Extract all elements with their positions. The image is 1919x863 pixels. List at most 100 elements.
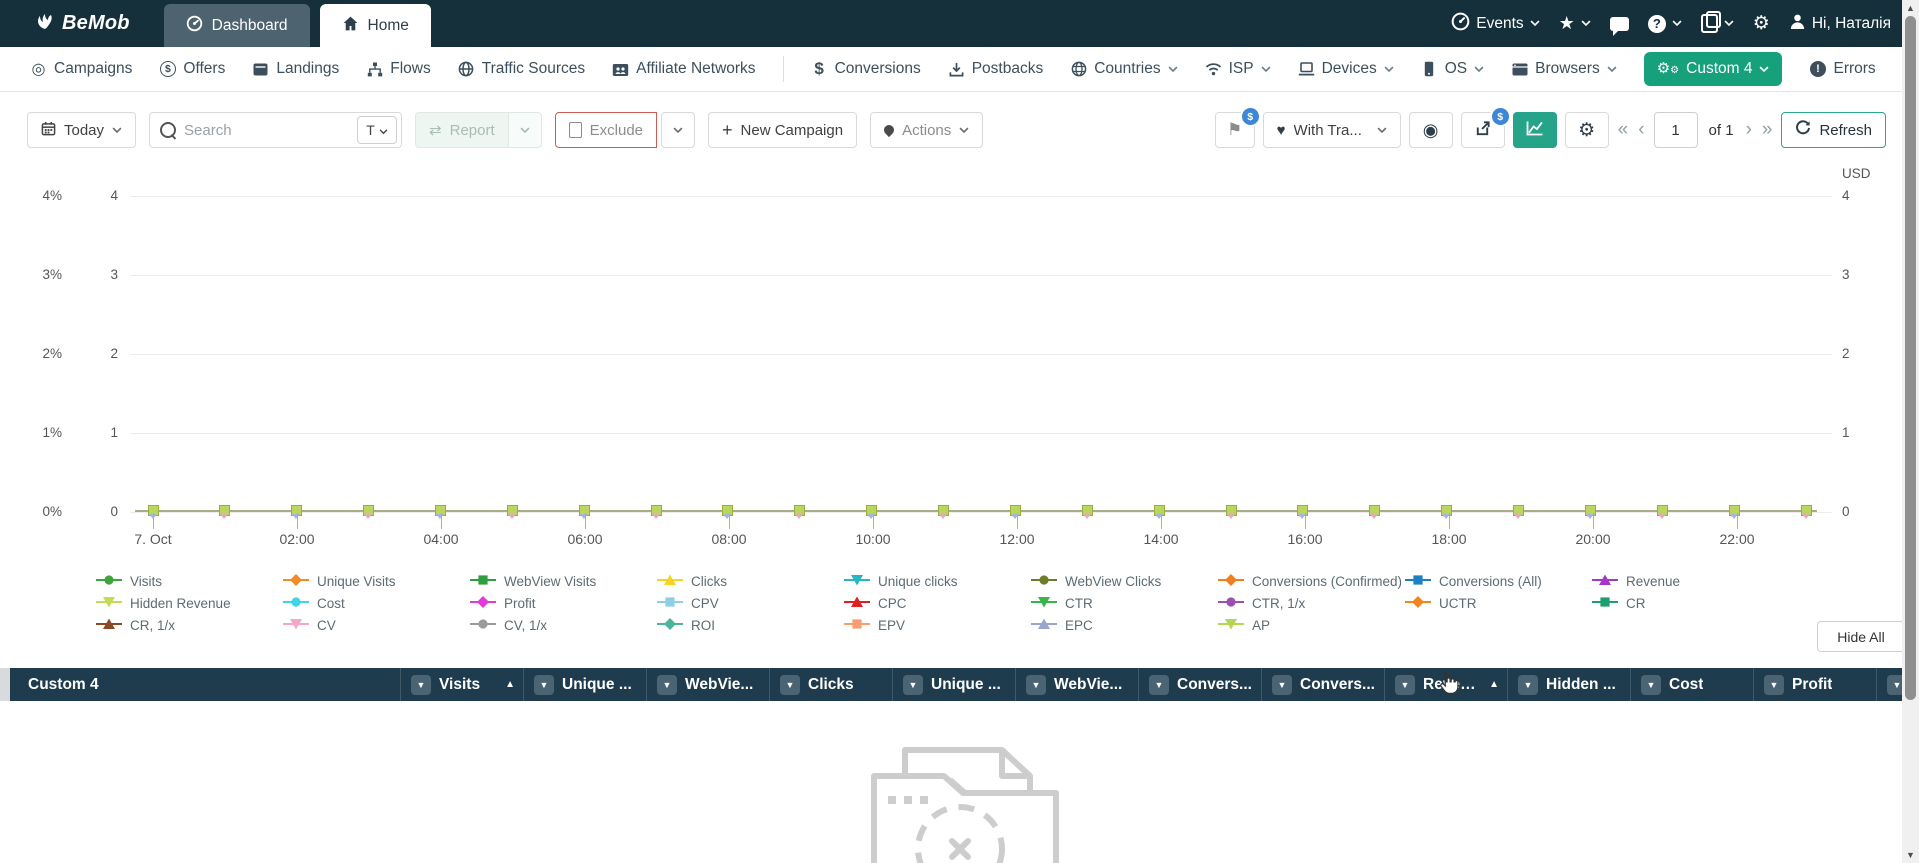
report-button[interactable]: ⇄ Report	[415, 112, 509, 148]
settings-button[interactable]: ⚙	[1753, 12, 1770, 35]
sort-ascending-icon[interactable]: ▲	[505, 679, 515, 690]
nav-item-offers[interactable]: $ Offers	[159, 60, 225, 78]
nav-item-isp[interactable]: ISP	[1205, 60, 1271, 78]
legend-item[interactable]: Cost	[283, 594, 470, 613]
legend-item[interactable]: UCTR	[1405, 594, 1592, 613]
exclude-dropdown-button[interactable]	[661, 112, 696, 148]
column-header[interactable]: ▼ Cost	[1630, 668, 1753, 701]
resources-menu[interactable]	[1700, 11, 1734, 33]
feedback-button[interactable]	[1609, 16, 1629, 36]
share-button[interactable]: $	[1460, 106, 1511, 148]
nav-item-devices[interactable]: Devices	[1298, 60, 1394, 78]
filter-funnel-icon[interactable]: ▼	[534, 674, 554, 695]
chart-data-marker[interactable]	[1441, 505, 1453, 519]
legend-item[interactable]: CTR	[1031, 594, 1218, 613]
prev-page-button[interactable]: ‹	[1637, 112, 1645, 148]
vertical-scrollbar[interactable]: ▲ ▼	[1902, 0, 1919, 863]
filter-funnel-icon[interactable]: ▼	[780, 674, 800, 695]
chart-data-marker[interactable]	[866, 505, 878, 519]
hide-all-button[interactable]: Hide All	[1817, 621, 1905, 652]
chart-data-marker[interactable]	[1225, 505, 1237, 519]
tab-home[interactable]: Home	[319, 4, 431, 47]
legend-item[interactable]: CPV	[657, 594, 844, 613]
legend-item[interactable]: Revenue	[1592, 572, 1779, 591]
favorites-menu[interactable]: ★	[1559, 13, 1591, 34]
column-header[interactable]: ▼ WebVie...	[646, 668, 769, 701]
bemob-logo[interactable]: BeMob	[34, 0, 130, 47]
chart-data-marker[interactable]	[794, 505, 806, 519]
column-header[interactable]: ▼	[1876, 668, 1902, 701]
chart-data-marker[interactable]	[722, 505, 734, 519]
chart-data-marker[interactable]	[938, 505, 950, 519]
column-header[interactable]: ▼ Unique ...	[892, 668, 1015, 701]
report-dropdown-button[interactable]	[507, 112, 542, 148]
page-number-input[interactable]	[1653, 112, 1698, 148]
chart-data-marker[interactable]	[1584, 505, 1596, 519]
visibility-button[interactable]: ◉	[1408, 112, 1453, 148]
chart-data-marker[interactable]	[1513, 505, 1525, 519]
filter-funnel-icon[interactable]: ▼	[1641, 674, 1661, 695]
column-header[interactable]: ▼ Unique ...	[523, 668, 646, 701]
legend-item[interactable]: CR	[1592, 594, 1779, 613]
legend-item[interactable]: CPC	[844, 594, 1031, 613]
nav-item-affiliate-networks[interactable]: Affiliate Networks	[612, 60, 756, 78]
legend-item[interactable]: CV	[283, 616, 470, 635]
column-header[interactable]: ▼ Visits ▲	[400, 668, 523, 701]
nav-item-postbacks[interactable]: Postbacks	[948, 60, 1043, 78]
events-menu[interactable]: Events	[1451, 12, 1539, 36]
last-page-button[interactable]: »	[1761, 112, 1774, 148]
new-campaign-button[interactable]: + New Campaign	[708, 112, 858, 148]
nav-item-conversions[interactable]: $ Conversions	[811, 59, 920, 79]
chart-data-marker[interactable]	[650, 505, 662, 519]
chart-data-marker[interactable]	[506, 505, 518, 519]
filter-funnel-icon[interactable]: ▼	[1395, 674, 1415, 695]
legend-item[interactable]: CV, 1/x	[470, 616, 657, 635]
sort-ascending-icon[interactable]: ▲	[1489, 679, 1499, 690]
legend-item[interactable]: Conversions (All)	[1405, 572, 1592, 591]
legend-item[interactable]: Unique Visits	[283, 572, 470, 591]
tab-dashboard[interactable]: Dashboard	[163, 4, 310, 47]
legend-item[interactable]: ROI	[657, 616, 844, 635]
column-header[interactable]: ▼ Convers...	[1138, 668, 1261, 701]
filter-funnel-icon[interactable]: ▼	[1272, 674, 1292, 695]
filter-funnel-icon[interactable]: ▼	[1026, 674, 1046, 695]
chart-data-marker[interactable]	[1009, 505, 1021, 519]
user-menu[interactable]: Hi, Наталія	[1789, 13, 1891, 35]
help-menu[interactable]: ?	[1647, 14, 1682, 33]
legend-item[interactable]: Profit	[470, 594, 657, 613]
legend-item[interactable]: Conversions (Confirmed)	[1218, 572, 1405, 591]
legend-item[interactable]: WebView Clicks	[1031, 572, 1218, 591]
column-header[interactable]: ▼ WebVie...	[1015, 668, 1138, 701]
column-header-group-name[interactable]: Custom 4	[10, 668, 400, 701]
legend-item[interactable]: Unique clicks	[844, 572, 1031, 591]
nav-item-os[interactable]: OS	[1421, 60, 1484, 78]
scrollbar-thumb[interactable]	[1905, 16, 1916, 700]
first-page-button[interactable]: «	[1617, 112, 1630, 148]
filter-funnel-icon[interactable]: ▼	[1764, 674, 1784, 695]
chart-toggle-button[interactable]	[1512, 112, 1557, 148]
refresh-button[interactable]: Refresh	[1781, 112, 1886, 148]
filter-funnel-icon[interactable]: ▼	[903, 674, 923, 695]
legend-item[interactable]: AP	[1218, 616, 1405, 635]
nav-item-flows[interactable]: Flows	[366, 60, 431, 78]
filter-funnel-icon[interactable]: ▼	[1887, 674, 1902, 695]
legend-item[interactable]: Clicks	[657, 572, 844, 591]
legend-item[interactable]: EPV	[844, 616, 1031, 635]
nav-item-errors[interactable]: ! Errors	[1809, 60, 1876, 78]
scroll-up-icon[interactable]: ▲	[1902, 3, 1919, 13]
chart-data-marker[interactable]	[363, 505, 375, 519]
legend-item[interactable]: WebView Visits	[470, 572, 657, 591]
column-header[interactable]: ▼ Hidden ...	[1507, 668, 1630, 701]
column-header[interactable]: ▼ Clicks	[769, 668, 892, 701]
legend-item[interactable]: EPC	[1031, 616, 1218, 635]
nav-item-custom-4[interactable]: ⚙⚙ Custom 4	[1643, 52, 1783, 86]
nav-item-landings[interactable]: Landings	[252, 60, 339, 78]
chart-data-marker[interactable]	[1153, 505, 1165, 519]
legend-item[interactable]: CR, 1/x	[96, 616, 283, 635]
legend-item[interactable]: Hidden Revenue	[96, 594, 283, 613]
filter-funnel-icon[interactable]: ▼	[411, 674, 431, 695]
column-header[interactable]: ▼ Profit	[1753, 668, 1876, 701]
nav-item-countries[interactable]: Countries	[1070, 60, 1177, 78]
chart-data-marker[interactable]	[1297, 505, 1309, 519]
filter-funnel-icon[interactable]: ▼	[1149, 674, 1169, 695]
